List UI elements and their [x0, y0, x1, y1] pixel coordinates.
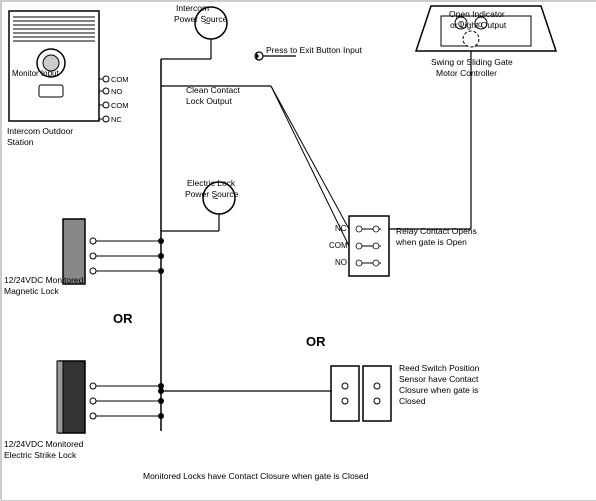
svg-text:Sensor have Contact: Sensor have Contact	[399, 374, 479, 384]
svg-text:NC: NC	[111, 115, 122, 124]
svg-text:COM: COM	[111, 75, 129, 84]
svg-text:Motor Controller: Motor Controller	[436, 68, 497, 78]
svg-text:Intercom Outdoor: Intercom Outdoor	[7, 126, 73, 136]
svg-text:Press to Exit Button Input: Press to Exit Button Input	[266, 45, 363, 55]
svg-text:NO: NO	[111, 87, 122, 96]
svg-text:Electric Lock: Electric Lock	[187, 178, 236, 188]
svg-text:Open Indicator: Open Indicator	[449, 9, 505, 19]
wiring-diagram: Monitor Input COM NO COM NC Intercom Out…	[0, 0, 596, 500]
svg-text:Power Source: Power Source	[185, 189, 239, 199]
svg-text:Swing or Sliding Gate: Swing or Sliding Gate	[431, 57, 513, 67]
svg-text:Electric Strike Lock: Electric Strike Lock	[4, 450, 77, 460]
svg-text:Relay Contact Opens: Relay Contact Opens	[396, 226, 477, 236]
svg-text:or Light Output: or Light Output	[450, 20, 507, 30]
svg-text:Monitor Input: Monitor Input	[12, 69, 59, 78]
svg-text:OR: OR	[113, 311, 133, 326]
svg-text:NO: NO	[335, 258, 347, 267]
svg-text:12/24VDC Monitored: 12/24VDC Monitored	[4, 275, 84, 285]
svg-text:Lock Output: Lock Output	[186, 96, 232, 106]
svg-text:Power Source: Power Source	[174, 14, 228, 24]
svg-text:12/24VDC Monitored: 12/24VDC Monitored	[4, 439, 84, 449]
svg-text:COM: COM	[329, 241, 348, 250]
svg-text:Intercom: Intercom	[176, 3, 209, 13]
svg-text:when gate is Open: when gate is Open	[395, 237, 467, 247]
svg-text:Magnetic Lock: Magnetic Lock	[4, 286, 60, 296]
svg-text:COM: COM	[111, 101, 129, 110]
svg-text:Closure when gate is: Closure when gate is	[399, 385, 478, 395]
svg-text:OR: OR	[306, 334, 326, 349]
svg-text:Closed: Closed	[399, 396, 426, 406]
svg-text:Reed Switch Position: Reed Switch Position	[399, 363, 480, 373]
svg-text:Monitored Locks have Contact C: Monitored Locks have Contact Closure whe…	[143, 471, 369, 481]
svg-text:Station: Station	[7, 137, 34, 147]
